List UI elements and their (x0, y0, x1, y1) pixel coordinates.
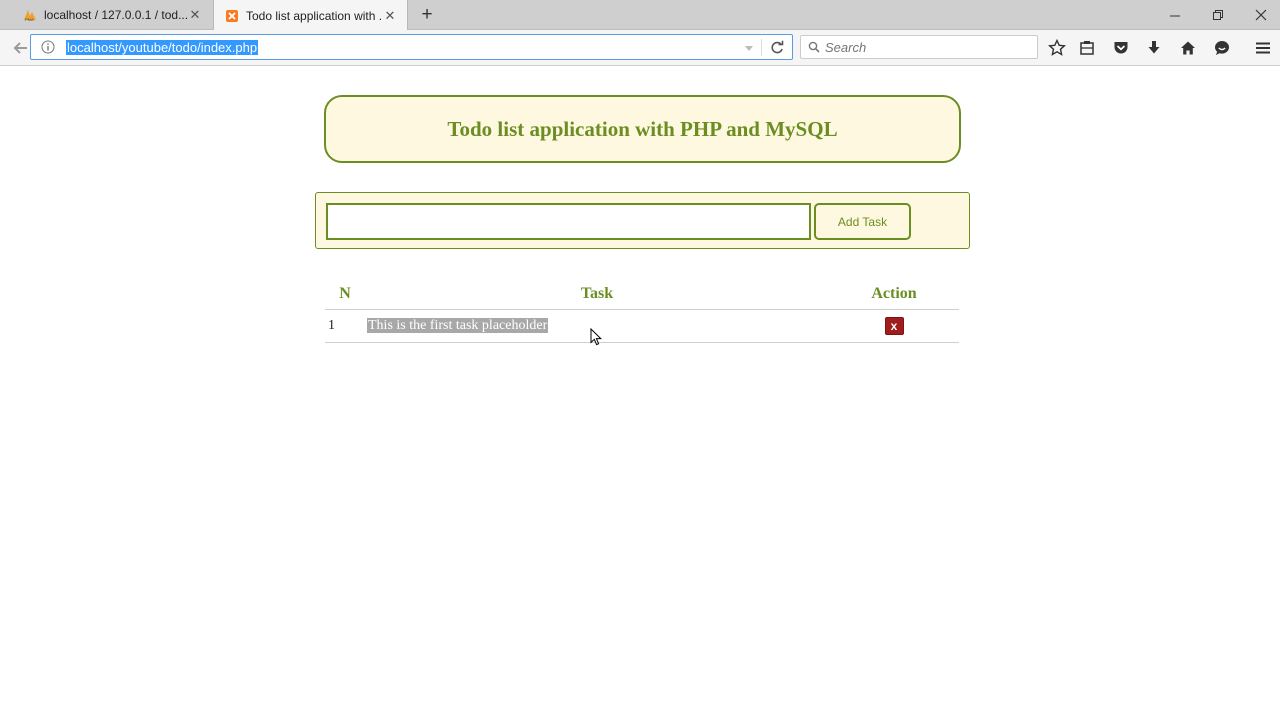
search-input[interactable] (825, 38, 1030, 56)
svg-text:PMA: PMA (25, 17, 34, 22)
url-separator (761, 39, 762, 56)
task-input[interactable] (326, 203, 811, 240)
tab-title: Todo list application with ... (246, 8, 383, 23)
delete-task-button[interactable]: x (884, 316, 904, 335)
home-button[interactable] (1178, 38, 1198, 58)
add-task-form: Add Task (315, 192, 970, 249)
url-text[interactable]: localhost/youtube/todo/index.php (66, 40, 259, 55)
home-icon (1181, 41, 1195, 55)
info-icon[interactable] (41, 40, 55, 54)
reload-icon[interactable] (769, 40, 785, 56)
pocket-button[interactable] (1111, 38, 1131, 58)
restore-button[interactable] (1196, 0, 1240, 30)
tab-todo-app[interactable]: Todo list application with ... ✕ (213, 0, 408, 31)
tab-strip: PMA localhost / 127.0.0.1 / tod... ✕ Tod… (0, 0, 1280, 31)
task-table: N Task Action 1 This is the first task p… (325, 280, 959, 343)
close-icon (1255, 9, 1267, 21)
chat-bubble-icon (1215, 41, 1229, 55)
url-bar[interactable]: localhost/youtube/todo/index.php (30, 34, 793, 60)
hello-chat-button[interactable] (1212, 38, 1232, 58)
search-icon (808, 41, 820, 53)
tab-phpmyadmin[interactable]: PMA localhost / 127.0.0.1 / tod... ✕ (12, 0, 212, 30)
pocket-icon (1114, 42, 1128, 54)
action-cell: x (829, 309, 959, 343)
bookmark-star-button[interactable] (1047, 38, 1067, 58)
download-arrow-icon (1148, 41, 1160, 54)
search-bar[interactable] (800, 35, 1038, 59)
header-n: N (325, 280, 365, 310)
mouse-cursor-icon (590, 328, 602, 346)
minimize-icon (1169, 15, 1180, 16)
reading-list-button[interactable] (1077, 38, 1097, 58)
header-task: Task (365, 280, 829, 310)
close-tab-icon[interactable]: ✕ (188, 7, 202, 23)
close-window-button[interactable] (1239, 0, 1280, 30)
close-tab-icon[interactable]: ✕ (383, 8, 397, 24)
back-arrow-icon (13, 42, 27, 54)
phpmyadmin-icon: PMA (24, 10, 36, 22)
clipboard-icon (1080, 41, 1094, 55)
navigation-bar: localhost/youtube/todo/index.php (0, 30, 1280, 66)
table-header-row: N Task Action (325, 280, 959, 310)
menu-button[interactable] (1253, 38, 1273, 58)
restore-icon (1212, 9, 1223, 20)
xampp-icon (226, 9, 238, 22)
hamburger-menu-icon (1256, 42, 1270, 54)
minimize-button[interactable] (1153, 0, 1197, 30)
add-task-button[interactable]: Add Task (814, 203, 911, 240)
task-number: 1 (325, 309, 365, 343)
heading-panel: Todo list application with PHP and MySQL (324, 95, 961, 163)
tab-title: localhost / 127.0.0.1 / tod... (44, 8, 188, 22)
task-text[interactable]: This is the first task placeholder (367, 317, 549, 333)
header-action: Action (829, 280, 959, 310)
downloads-button[interactable] (1144, 38, 1164, 58)
new-tab-button[interactable]: + (416, 4, 438, 26)
star-icon (1048, 39, 1066, 56)
history-dropdown-icon[interactable] (744, 43, 754, 53)
table-row: 1 This is the first task placeholder x (325, 309, 959, 343)
page-title: Todo list application with PHP and MySQL (447, 116, 838, 141)
